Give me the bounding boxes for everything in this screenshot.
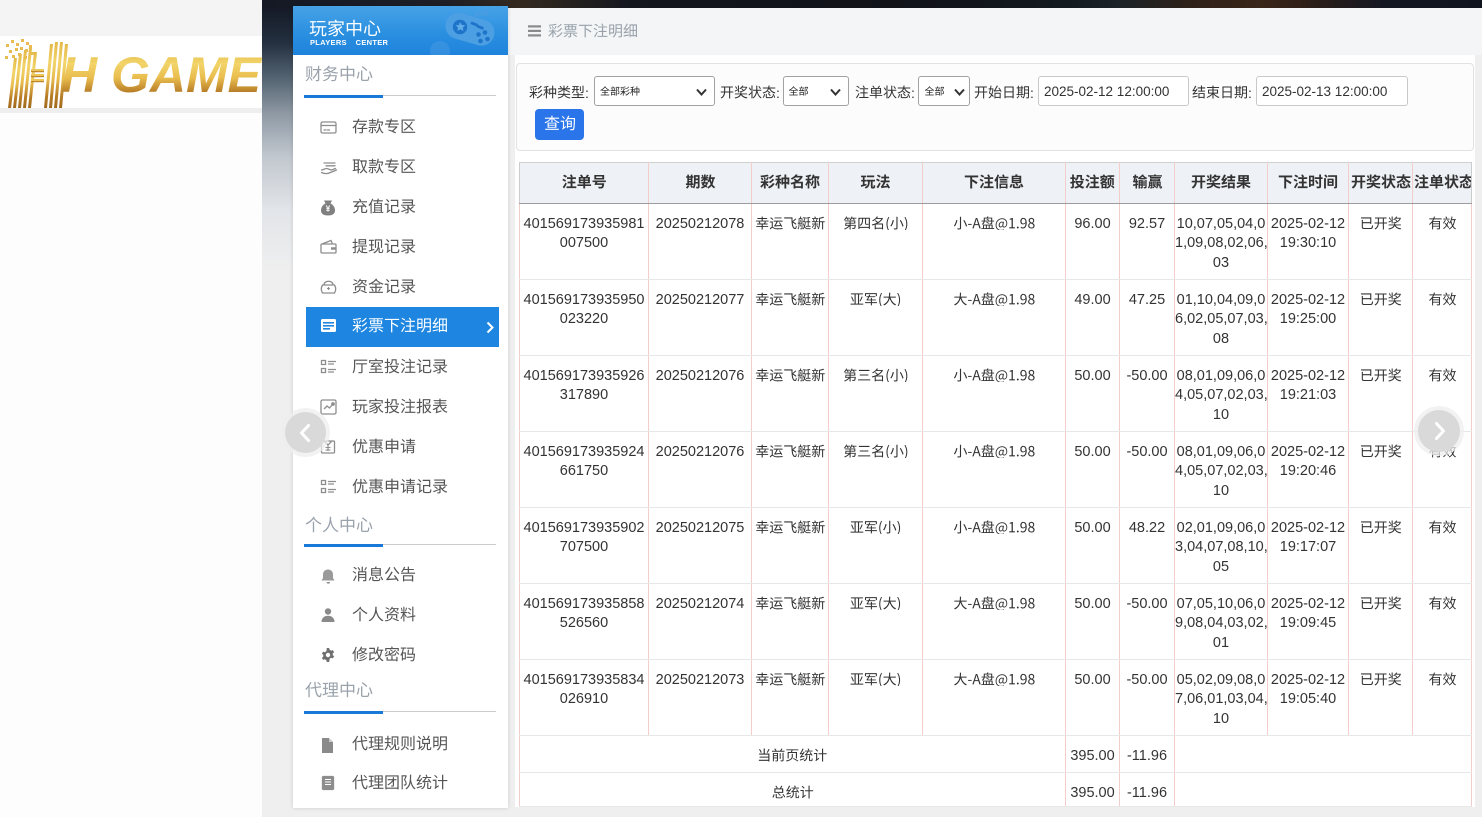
svg-text:¥: ¥ [326,205,331,214]
svg-text:H GAME: H GAME [61,47,263,103]
